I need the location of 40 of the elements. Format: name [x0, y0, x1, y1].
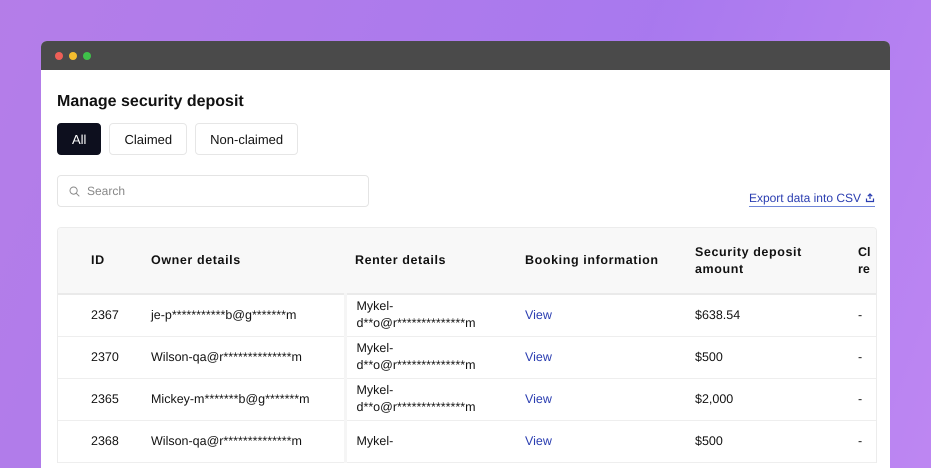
table-cell: Mykel- d**o@r**************m: [356, 299, 476, 330]
table-cell: 2368: [91, 434, 119, 448]
table-cell: -: [858, 350, 862, 364]
column-header: Booking information: [515, 228, 685, 294]
view-link[interactable]: View: [525, 350, 552, 364]
table-cell: 2365: [91, 392, 119, 406]
page-title: Manage security deposit: [57, 92, 244, 112]
view-link[interactable]: View: [525, 392, 552, 406]
filter-tab[interactable]: Claimed: [109, 123, 188, 155]
table-cell: $500: [695, 434, 723, 448]
column-header: Security deposit amount: [685, 228, 855, 294]
table-cell: Wilson-qa@r**************m: [151, 350, 302, 364]
table-cell: -: [858, 434, 862, 448]
close-icon[interactable]: [55, 52, 63, 60]
table-cell: 2367: [91, 308, 119, 322]
table-cell: Mykel- d**o@r**************m: [356, 383, 476, 414]
minimize-icon[interactable]: [69, 52, 77, 60]
table-cell: $500: [695, 350, 723, 364]
column-header: Cl re: [855, 228, 876, 294]
table-cell: $2,000: [695, 392, 734, 406]
export-csv-link[interactable]: Export data into CSV: [748, 191, 875, 207]
table-cell: je-p***********b@g*******m: [151, 308, 296, 322]
column-header: Renter details: [345, 228, 515, 294]
filter-tab[interactable]: All: [57, 123, 102, 155]
table-cell: -: [858, 308, 862, 322]
table-cell: Mickey-m*******b@g*******m: [151, 392, 310, 406]
search-field[interactable]: Search: [57, 175, 369, 207]
table-cell: Wilson-qa@r**************m: [151, 434, 302, 448]
table-cell: Mykel- d**o@r**************m: [356, 341, 476, 372]
view-link[interactable]: View: [525, 308, 552, 322]
filter-tab[interactable]: Non-claimed: [195, 123, 298, 155]
table-cell: Mykel-: [356, 434, 394, 448]
column-header: Owner details: [141, 228, 345, 294]
view-link[interactable]: View: [525, 434, 552, 448]
table-cell: $638.54: [695, 308, 740, 322]
table-cell: 2370: [91, 350, 119, 364]
column-header: ID: [58, 228, 141, 294]
table-cell: -: [858, 392, 862, 406]
maximize-icon[interactable]: [83, 52, 91, 60]
upload-icon: [865, 193, 875, 203]
